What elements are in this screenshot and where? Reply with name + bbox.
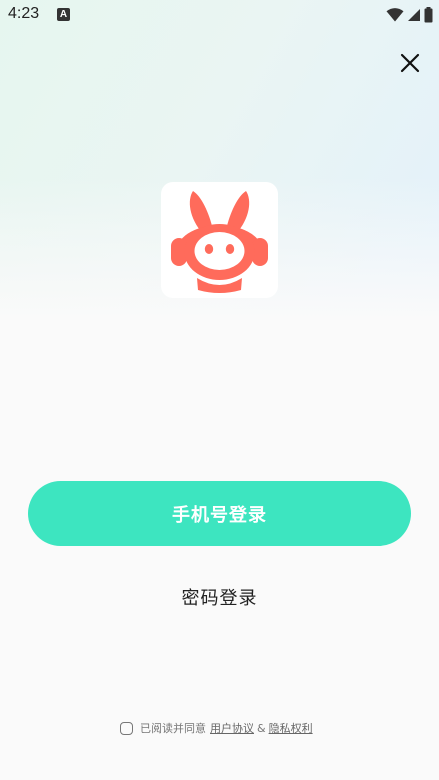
status-bar: 4:23 A — [0, 0, 439, 30]
rabbit-headphones-mascot-icon — [171, 191, 268, 293]
close-button[interactable] — [398, 51, 422, 75]
agreement-prefix: 已阅读并同意 — [140, 722, 206, 735]
signal-icon — [408, 9, 420, 21]
status-icons — [386, 6, 433, 24]
phone-login-button[interactable]: 手机号登录 — [28, 481, 411, 546]
app-logo — [161, 182, 278, 298]
battery-icon — [424, 7, 433, 23]
privacy-link[interactable]: 隐私权利 — [269, 720, 313, 736]
wifi-icon — [386, 8, 404, 22]
status-time: 4:23 — [8, 5, 40, 22]
agreement-checkbox[interactable] — [120, 721, 133, 735]
password-login-button[interactable]: 密码登录 — [150, 580, 289, 614]
agreement-row: 已阅读并同意 用户协议 & 隐私权利 — [120, 719, 313, 737]
close-icon — [400, 53, 420, 73]
agreement-ampersand: & — [257, 721, 266, 735]
user-agreement-link[interactable]: 用户协议 — [210, 720, 254, 736]
notification-app-icon: A — [57, 8, 70, 21]
